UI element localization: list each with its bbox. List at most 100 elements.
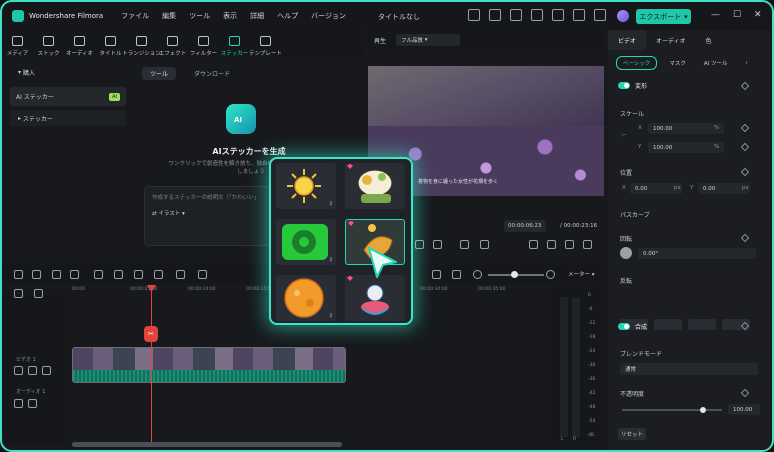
- tool-effects[interactable]: エフェクト: [157, 30, 188, 62]
- menu-edit[interactable]: 編集: [162, 11, 176, 21]
- link-icon[interactable]: ⌐: [622, 133, 627, 139]
- tool-stickers[interactable]: ステッカー: [219, 30, 250, 62]
- scissors-icon[interactable]: [114, 270, 123, 279]
- tool-filters[interactable]: フィルター: [188, 30, 219, 62]
- subtab-basic[interactable]: ベーシック: [616, 56, 658, 70]
- mark-in-icon[interactable]: [460, 240, 469, 249]
- redo-icon[interactable]: [70, 270, 79, 279]
- style-select[interactable]: ⇄ イラスト ▾: [152, 209, 185, 217]
- quality-select[interactable]: フル品質 ▾: [396, 34, 461, 46]
- headset-icon[interactable]: [573, 9, 585, 21]
- tab-tools[interactable]: ツール: [142, 67, 177, 80]
- chevron-right-icon[interactable]: ›: [740, 58, 754, 68]
- tab-download[interactable]: ダウンロード: [186, 67, 238, 80]
- track-audio-icon[interactable]: [28, 366, 37, 375]
- grid-apps-icon[interactable]: [594, 9, 606, 21]
- transform-toggle[interactable]: [618, 82, 630, 89]
- sticker-sun[interactable]: ⇩: [276, 163, 336, 209]
- tool-transition[interactable]: トランジション: [122, 30, 161, 62]
- track-lock-icon[interactable]: [14, 399, 23, 408]
- fullscreen-icon[interactable]: [583, 240, 592, 249]
- menu-help[interactable]: ヘルプ: [277, 11, 298, 21]
- category-import[interactable]: ▾ 購入: [10, 64, 126, 80]
- video-clip[interactable]: [72, 347, 346, 383]
- snapshot-icon[interactable]: [547, 240, 556, 249]
- stop-icon[interactable]: [433, 240, 442, 249]
- download-icon[interactable]: ⇩: [329, 313, 333, 319]
- theme-icon[interactable]: [510, 9, 522, 21]
- zoom-out-icon[interactable]: [473, 270, 482, 279]
- sticker-mushroom-character[interactable]: [345, 163, 405, 209]
- keyframe-icon[interactable]: [740, 142, 750, 152]
- more-icon[interactable]: [198, 270, 207, 279]
- delete-icon[interactable]: [94, 270, 103, 279]
- tool-stock[interactable]: ストック: [33, 30, 64, 62]
- tab-audio[interactable]: オーディオ: [646, 30, 696, 50]
- keyframe-icon[interactable]: [740, 123, 750, 133]
- close-icon[interactable]: ✕: [754, 10, 762, 20]
- subtab-mask[interactable]: マスク: [663, 57, 692, 69]
- tool-audio[interactable]: オーディオ: [64, 30, 95, 62]
- slider-handle[interactable]: [700, 407, 706, 413]
- send-icon[interactable]: [489, 9, 501, 21]
- menu-file[interactable]: ファイル: [121, 11, 149, 21]
- download-icon[interactable]: [531, 9, 543, 21]
- cloud-icon[interactable]: [552, 9, 564, 21]
- select-tool-icon[interactable]: [32, 270, 41, 279]
- gift-icon[interactable]: [468, 9, 480, 21]
- menu-view[interactable]: 表示: [223, 11, 237, 21]
- render-icon[interactable]: [432, 270, 441, 279]
- keyframe-icon[interactable]: [740, 388, 750, 398]
- marker-icon[interactable]: [452, 270, 461, 279]
- crop-icon[interactable]: [134, 270, 143, 279]
- export-button[interactable]: エクスポート ▾: [636, 9, 691, 24]
- layout-icon[interactable]: [14, 270, 23, 279]
- category-ai-sticker[interactable]: AI ステッカー AI: [10, 87, 126, 106]
- menu-version[interactable]: バージョン: [311, 11, 346, 21]
- download-icon[interactable]: ⇩: [329, 201, 333, 207]
- track-audio-icon[interactable]: [28, 399, 37, 408]
- scale-x-input[interactable]: 100.00: [648, 123, 724, 134]
- keyframe-icon[interactable]: [740, 233, 750, 243]
- maximize-icon[interactable]: ☐: [733, 10, 741, 20]
- opacity-slider[interactable]: [622, 407, 722, 413]
- timeline-scrollbar[interactable]: [72, 442, 342, 447]
- undo-icon[interactable]: [52, 270, 61, 279]
- sticker-green-donut[interactable]: ⇩: [276, 219, 336, 265]
- sticker-orange-planet[interactable]: ⇩: [276, 275, 336, 321]
- keyframe-icon[interactable]: [740, 81, 750, 91]
- tab-video[interactable]: ビデオ: [608, 30, 647, 50]
- meter-dropdown[interactable]: メーター ▾: [568, 270, 595, 278]
- mark-out-icon[interactable]: [480, 240, 489, 249]
- rotate-input[interactable]: 0.00°: [638, 248, 756, 259]
- composite-toggle[interactable]: [618, 323, 630, 330]
- sticker-astronaut-fish[interactable]: [345, 275, 405, 321]
- play-icon[interactable]: [415, 240, 424, 249]
- keyframe-icon[interactable]: [740, 167, 750, 177]
- split-scissors-icon[interactable]: ✂: [144, 326, 158, 342]
- avatar[interactable]: [617, 10, 629, 22]
- blend-mode-select[interactable]: 通常: [620, 363, 758, 375]
- speed-icon[interactable]: [154, 270, 163, 279]
- rotate-left-button[interactable]: [688, 319, 716, 330]
- link-tracks-icon[interactable]: [14, 289, 23, 298]
- add-track-icon[interactable]: [34, 289, 43, 298]
- tool-title[interactable]: タイトル: [95, 30, 126, 62]
- scale-y-input[interactable]: 100.00: [648, 142, 724, 153]
- tab-color[interactable]: 色: [696, 30, 722, 50]
- zoom-in-icon[interactable]: [546, 270, 555, 279]
- track-visibility-icon[interactable]: [42, 366, 51, 375]
- zoom-slider-handle[interactable]: [511, 271, 518, 278]
- text-icon[interactable]: [176, 270, 185, 279]
- tool-templates[interactable]: テンプレート: [249, 30, 282, 62]
- flip-vertical-button[interactable]: [654, 319, 682, 330]
- display-icon[interactable]: [529, 240, 538, 249]
- rotate-dial[interactable]: [620, 247, 632, 259]
- opacity-input[interactable]: 100.00: [728, 404, 760, 415]
- category-sticker[interactable]: ▸ ステッカー: [10, 110, 126, 126]
- playhead[interactable]: [151, 287, 152, 447]
- track-lock-icon[interactable]: [14, 366, 23, 375]
- volume-icon[interactable]: [565, 240, 574, 249]
- subtab-ai-tools[interactable]: AI ツール: [698, 57, 734, 69]
- tool-media[interactable]: メディア: [2, 30, 33, 62]
